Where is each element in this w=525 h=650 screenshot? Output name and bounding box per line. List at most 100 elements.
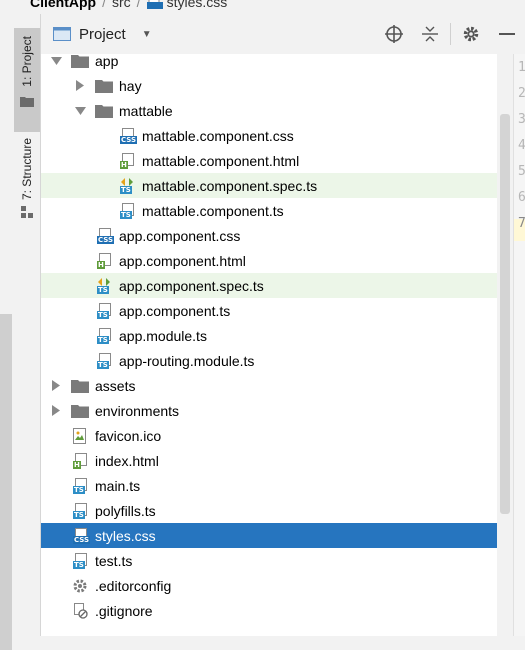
tree-scrollbar[interactable] — [497, 54, 513, 636]
tree-file-row[interactable]: CSS styles.css — [41, 523, 497, 548]
tree-file-row[interactable]: CSS app.component.css — [41, 223, 497, 248]
breadcrumb-root[interactable]: ClientApp — [30, 0, 96, 10]
tree-item-label: .gitignore — [95, 602, 153, 619]
tree-file-row[interactable]: TS app.component.ts — [41, 298, 497, 323]
tree-folder-row[interactable]: mattable — [41, 98, 497, 123]
folder-icon — [71, 54, 89, 70]
tree-item-label: styles.css — [95, 527, 156, 544]
tree-item-label: app.component.ts — [119, 302, 231, 319]
tree-item-label: hay — [119, 77, 142, 94]
chevron-right-icon[interactable] — [49, 405, 63, 416]
tab-project-label: 1: Project — [20, 36, 34, 87]
css-file-icon: CSS — [71, 527, 91, 545]
css-file-icon: CSS — [95, 227, 115, 245]
tree-item-label: app.component.html — [119, 252, 246, 269]
view-dropdown-icon[interactable]: ▼ — [142, 29, 152, 40]
tree-file-row[interactable]: TS mattable.component.ts — [41, 198, 497, 223]
tree-file-row[interactable]: Happ.component.html — [41, 248, 497, 273]
tree-file-row[interactable]: TS test.ts — [41, 548, 497, 573]
tree-file-row[interactable]: favicon.ico — [41, 423, 497, 448]
breadcrumb-folder[interactable]: src — [112, 0, 131, 10]
tree-file-row[interactable]: .gitignore — [41, 598, 497, 623]
tree-item-label: environments — [95, 402, 180, 419]
folder-icon — [95, 77, 113, 95]
folder-icon — [95, 102, 113, 120]
tree-item-label: test.ts — [95, 552, 133, 569]
tree-folder-row[interactable]: assets — [41, 373, 497, 398]
tree-file-row[interactable]: .editorconfig — [41, 573, 497, 598]
tree-file-row[interactable]: TS app.component.spec.ts — [41, 273, 497, 298]
line-number: 2 — [518, 86, 525, 101]
tree-file-row[interactable]: Hindex.html — [41, 448, 497, 473]
chevron-down-icon[interactable] — [73, 106, 87, 115]
minimize-icon[interactable] — [489, 14, 525, 54]
tree-item-label: app — [95, 54, 119, 69]
html-file-icon: H — [95, 252, 113, 270]
gear-icon[interactable] — [453, 14, 489, 54]
tree-file-row[interactable]: CSS mattable.component.css — [41, 123, 497, 148]
css-file-icon: CSS — [118, 127, 138, 145]
config-file-icon — [71, 577, 89, 595]
tree-item-label: app-routing.module.ts — [119, 352, 255, 369]
tree-item-label: mattable.component.spec.ts — [142, 177, 318, 194]
css-file-icon — [146, 0, 163, 9]
test-file-icon: TS — [95, 277, 113, 295]
breadcrumb-separator: / — [102, 0, 106, 10]
tree-item-label: .editorconfig — [95, 577, 172, 594]
tree-item-label: favicon.ico — [95, 427, 162, 444]
tree-file-row[interactable]: TS app.module.ts — [41, 323, 497, 348]
tree-item-label: polyfills.ts — [95, 502, 156, 519]
tree-folder-row[interactable]: app — [41, 54, 497, 73]
tree-item-label: main.ts — [95, 477, 141, 494]
html-file-icon: H — [118, 152, 136, 170]
line-number: 7 — [518, 216, 525, 231]
test-file-icon: TS — [118, 177, 136, 195]
typescript-file-icon: TS — [71, 552, 89, 570]
chevron-right-icon[interactable] — [49, 380, 63, 391]
html-file-icon: H — [71, 452, 89, 470]
breadcrumb-separator: / — [136, 0, 141, 10]
tree-item-label: index.html — [95, 452, 159, 469]
tab-project[interactable]: 1: Project — [14, 28, 40, 132]
typescript-file-icon: TS — [95, 352, 113, 370]
project-window-icon — [53, 27, 71, 41]
project-tree: app hay mattable CSS mattable.component.css H… — [41, 54, 497, 636]
typescript-file-icon: TS — [71, 477, 89, 495]
tree-item-label: app.component.spec.ts — [119, 277, 264, 294]
left-gutter — [0, 314, 12, 650]
collapse-all-icon[interactable] — [412, 14, 448, 54]
line-number: 5 — [518, 164, 525, 179]
left-tool-strip: 1: Project 7: Structure — [0, 14, 41, 650]
folder-icon — [71, 402, 89, 420]
line-number: 1 — [518, 60, 525, 75]
tree-item-label: app.component.css — [119, 227, 241, 244]
tree-item-label: mattable — [119, 102, 173, 119]
structure-icon — [21, 206, 33, 219]
line-number: 6 — [518, 190, 525, 205]
editor-gutter: 1 2 3 4 5 6 7 — [513, 54, 525, 636]
tab-structure-label: 7: Structure — [20, 138, 34, 201]
line-number: 4 — [518, 138, 525, 153]
tree-file-row[interactable]: TS main.ts — [41, 473, 497, 498]
image-file-icon — [71, 427, 89, 445]
tree-folder-row[interactable]: hay — [41, 73, 497, 98]
breadcrumb-file[interactable]: styles.css — [167, 0, 228, 10]
project-toolbar: Project ▼ — [41, 14, 525, 55]
tree-file-row[interactable]: TS polyfills.ts — [41, 498, 497, 523]
tab-structure[interactable]: 7: Structure — [14, 132, 40, 252]
tree-file-row[interactable]: TS mattable.component.spec.ts — [41, 173, 497, 198]
tree-file-row[interactable]: Hmattable.component.html — [41, 148, 497, 173]
line-number: 3 — [518, 112, 525, 127]
tree-folder-row[interactable]: environments — [41, 398, 497, 423]
chevron-right-icon[interactable] — [73, 80, 87, 91]
crosshair-icon[interactable] — [376, 14, 412, 54]
chevron-down-icon[interactable] — [49, 56, 63, 65]
typescript-file-icon: TS — [95, 302, 113, 320]
tree-file-row[interactable]: TS app-routing.module.ts — [41, 348, 497, 373]
view-title[interactable]: Project — [79, 26, 126, 43]
scrollbar-thumb[interactable] — [500, 114, 510, 514]
tree-item-label: mattable.component.css — [142, 127, 294, 144]
folder-icon — [20, 96, 34, 107]
breadcrumb: ClientApp / src / styles.css — [0, 0, 525, 12]
tree-item-label: assets — [95, 377, 136, 394]
